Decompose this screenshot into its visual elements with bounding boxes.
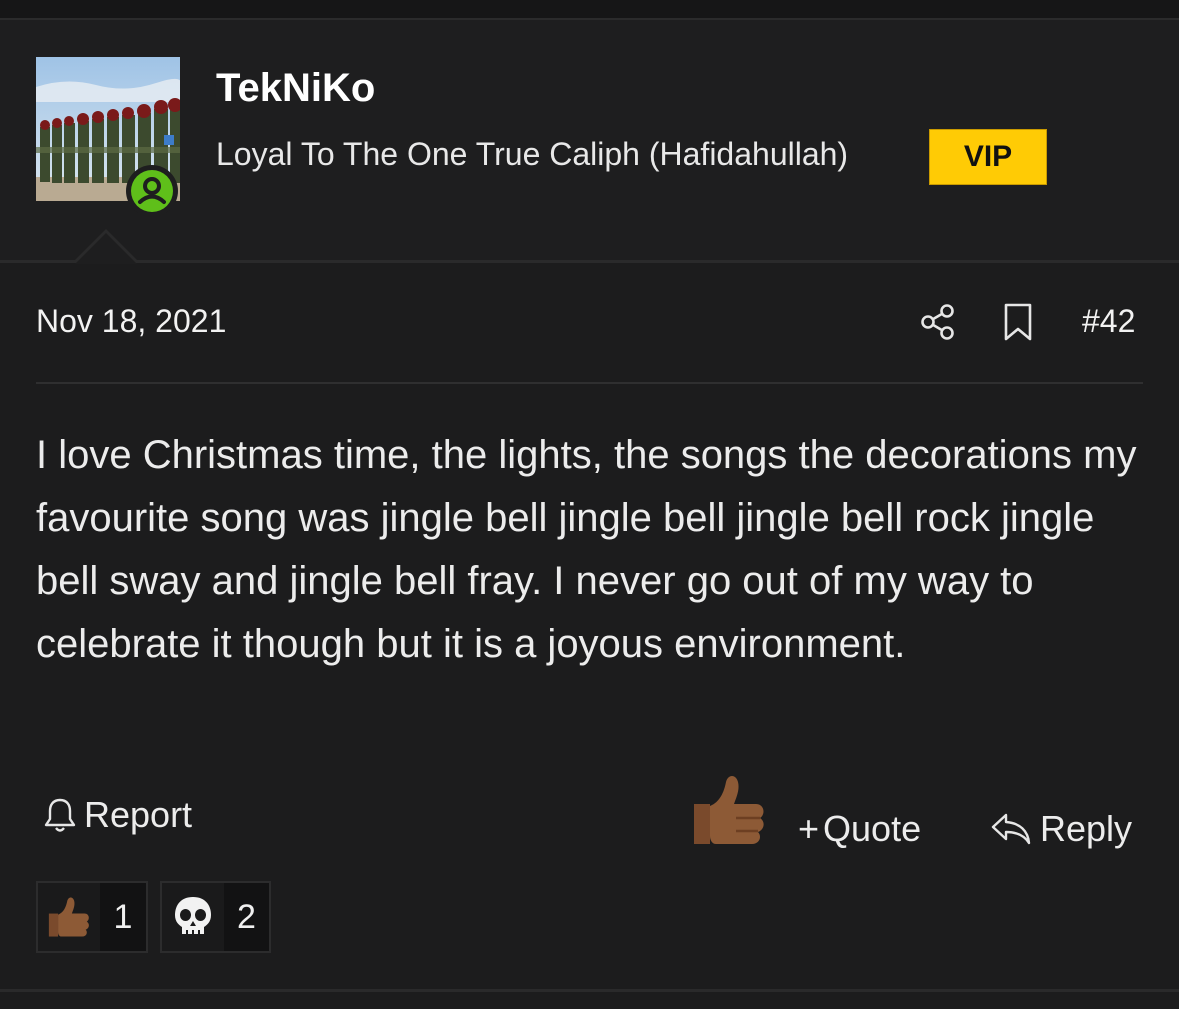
top-strip <box>0 0 1179 20</box>
reply-label: Reply <box>1040 808 1133 849</box>
skull-icon <box>162 883 224 951</box>
thumbs-up-icon <box>694 776 764 844</box>
forum-post-page: TekNiKo Loyal To The One True Caliph (Ha… <box>0 0 1179 1009</box>
report-button[interactable]: Report <box>42 790 192 840</box>
divider <box>0 260 1179 263</box>
reaction-count: 2 <box>224 883 269 951</box>
post-date[interactable]: Nov 18, 2021 <box>36 303 226 340</box>
report-label: Report <box>84 794 193 835</box>
pointer-arrow-inner <box>75 233 137 264</box>
thumbs-up-icon <box>38 883 100 951</box>
bookmark-icon[interactable] <box>1000 302 1036 342</box>
bell-icon <box>44 798 76 832</box>
divider <box>36 382 1143 384</box>
reply-button[interactable]: Reply <box>990 808 1132 850</box>
online-status-icon <box>126 165 178 217</box>
user-title: Loyal To The One True Caliph (Hafidahull… <box>216 136 849 172</box>
username[interactable]: TekNiKo <box>216 66 375 111</box>
vip-badge: VIP <box>929 129 1047 185</box>
share-icon[interactable] <box>918 302 958 342</box>
post-number-link[interactable]: #42 <box>1082 303 1135 340</box>
post-body: I love Christmas time, the lights, the s… <box>36 433 1137 666</box>
quote-button[interactable]: + Quote <box>798 808 921 850</box>
quote-label: Quote <box>823 808 922 849</box>
plus-icon: + <box>798 808 820 849</box>
reply-icon <box>991 813 1031 845</box>
divider <box>0 989 1179 992</box>
reaction-skull[interactable]: 2 <box>160 881 271 953</box>
like-button[interactable] <box>690 770 768 850</box>
reaction-count: 1 <box>100 883 146 951</box>
reaction-thumbs-up[interactable]: 1 <box>36 881 148 953</box>
